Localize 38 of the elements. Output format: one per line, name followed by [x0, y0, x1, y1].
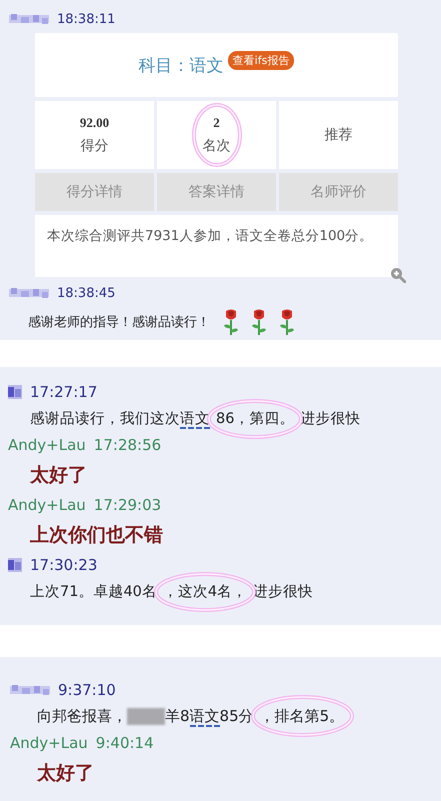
highlight-circle	[191, 102, 243, 168]
message-text: 感谢老师的指导！感谢品读行！	[28, 314, 210, 331]
rose-icon	[224, 309, 238, 335]
spellcheck-underline	[180, 427, 210, 429]
report-link[interactable]: 查看ifs报告	[228, 50, 294, 70]
message-time: 17:30:23	[30, 556, 98, 574]
message-time: 17:28:56	[94, 436, 162, 454]
subject-title: 科目：语文	[138, 54, 224, 76]
sender-name: Andy+Lau	[10, 734, 88, 752]
sender-name: Andy+Lau	[8, 436, 86, 454]
rose-icon	[280, 309, 294, 335]
redacted-name	[9, 13, 49, 25]
spellcheck-underline	[190, 725, 220, 727]
redacted-name	[10, 684, 50, 696]
message-time: 17:27:17	[30, 383, 98, 401]
stat-label: 得分	[80, 137, 108, 155]
rose-icon	[252, 309, 266, 335]
stat-label: 名次	[202, 137, 230, 155]
sender-name: Andy+Lau	[8, 496, 86, 514]
message-time: 18:38:45	[57, 286, 116, 300]
stat-value: 2	[213, 115, 220, 131]
message-time: 18:38:11	[57, 12, 116, 26]
message-text: 太好了	[30, 463, 87, 488]
avatar-icon	[8, 558, 22, 572]
message-text: 太好了	[37, 761, 94, 786]
message-time: 9:40:14	[96, 734, 154, 752]
avatar-icon	[8, 385, 22, 399]
redacted-text	[127, 708, 165, 725]
message-text: 向邦爸报喜，	[37, 707, 127, 726]
stat-value: 92.00	[80, 115, 110, 131]
info-text: 本次综合测评共7931人参加，语文全卷总分100分。	[47, 227, 374, 245]
message-time: 9:37:10	[58, 681, 116, 699]
message-time: 17:29:03	[94, 496, 162, 514]
message-text: 羊8语文85分 ，排名第5。	[165, 707, 346, 726]
message-text: 感谢品读行，我们这次语文 86，第四。 进步很快	[30, 410, 360, 428]
redacted-name	[9, 287, 49, 299]
stat-label: 推荐	[324, 126, 352, 144]
message-text: 上次你们也不错	[30, 523, 163, 548]
